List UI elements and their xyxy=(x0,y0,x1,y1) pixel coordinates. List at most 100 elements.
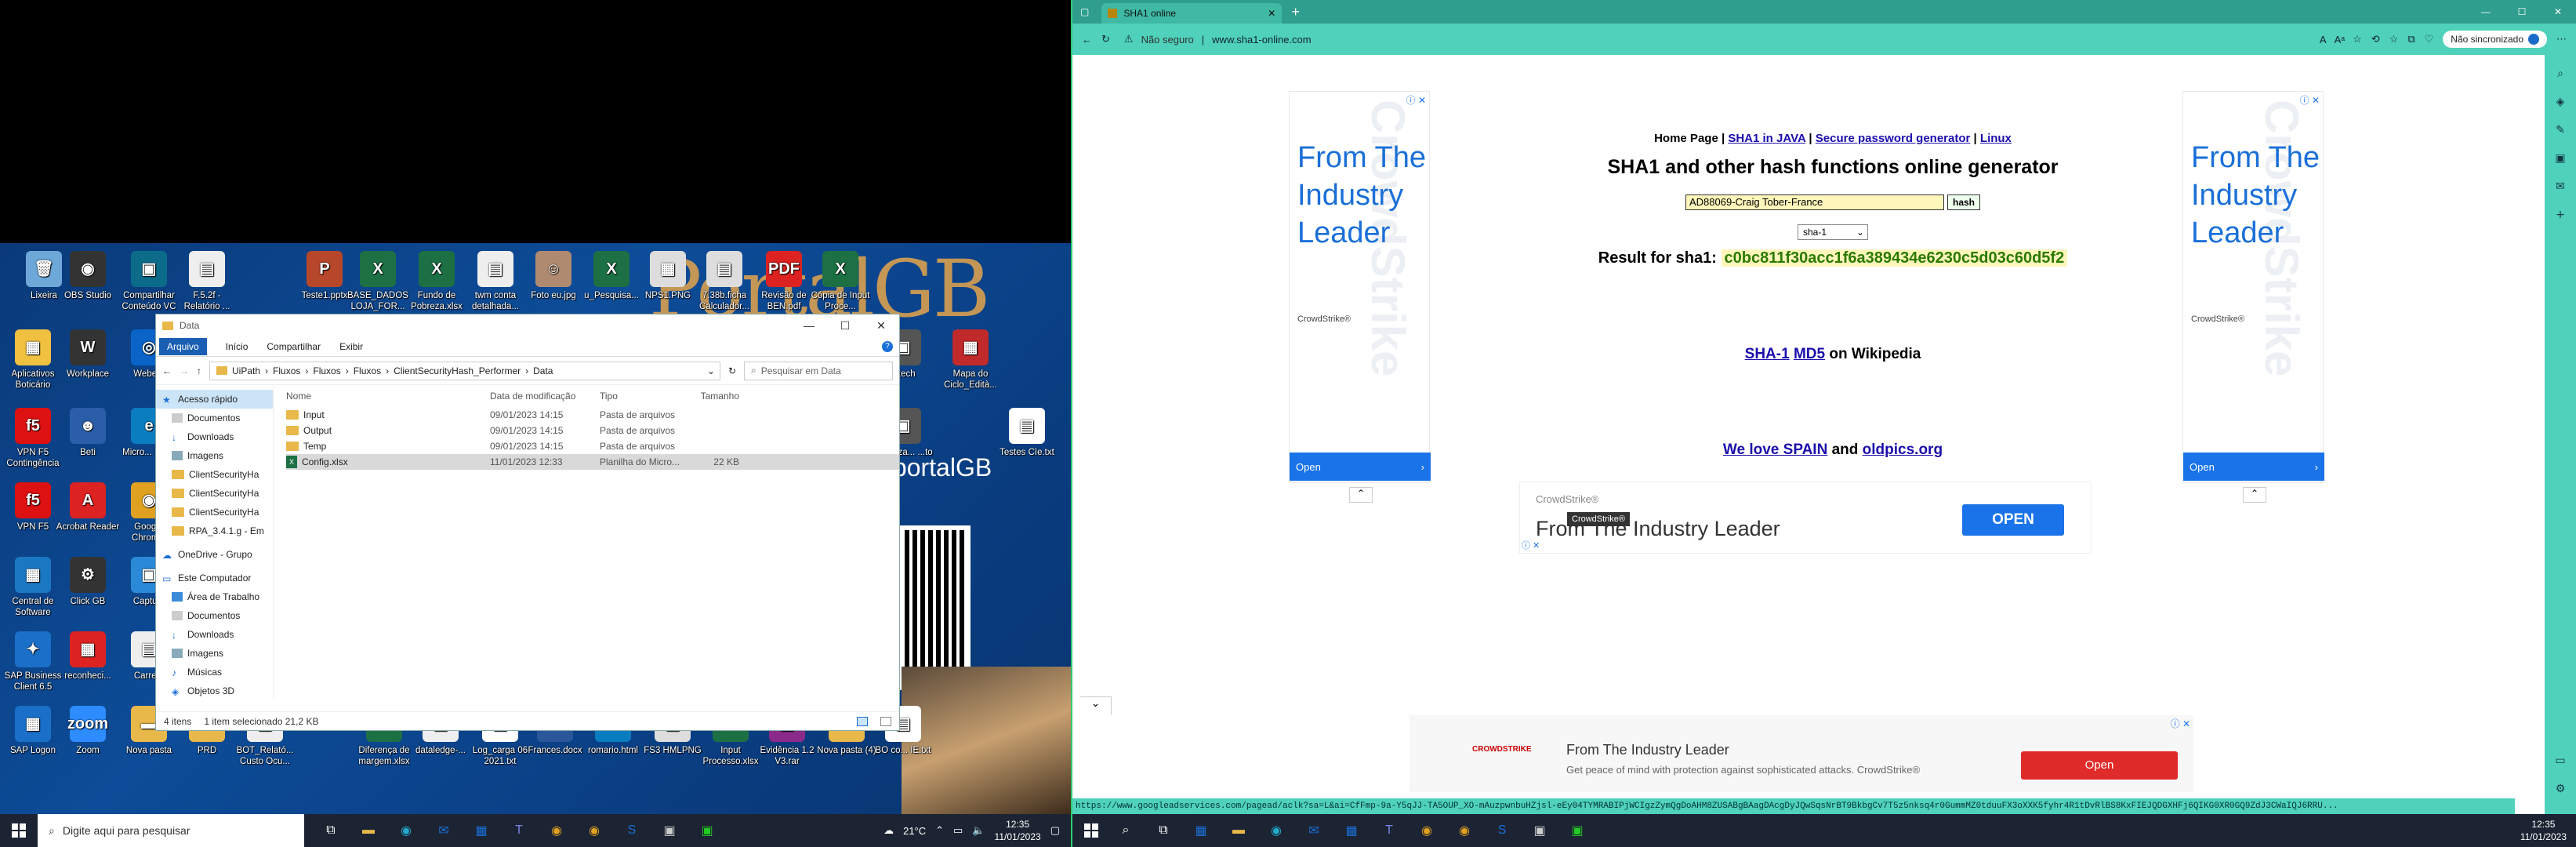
translate-icon[interactable]: Aᵃ xyxy=(2335,34,2346,45)
home-page-label[interactable]: Home Page | xyxy=(1654,132,1725,145)
desktop-icon-item[interactable]: X BASE_DADOS LOJA_FOR... xyxy=(345,251,411,312)
nav-item-imagens[interactable]: Imagens xyxy=(156,446,273,465)
chrome-profile-taskbar-icon[interactable]: ◉ xyxy=(579,817,610,844)
store-taskbar-icon[interactable]: ▦ xyxy=(1336,817,1367,844)
nav-item-clientsecurity-1[interactable]: ClientSecurityHa xyxy=(156,465,273,484)
add-icon[interactable]: + xyxy=(2556,209,2565,221)
clock[interactable]: 12:35 11/01/2023 xyxy=(995,818,1041,843)
layout-icon[interactable]: ▭ xyxy=(2555,754,2565,767)
office-icon[interactable]: ▣ xyxy=(2555,152,2565,165)
side-ad-open-button[interactable]: Open › xyxy=(1290,453,1431,481)
chrome-profile-taskbar-icon[interactable]: ◉ xyxy=(1449,817,1480,844)
breadcrumb-3[interactable]: Fluxos xyxy=(354,365,381,376)
file-explorer-taskbar-icon[interactable]: ▬ xyxy=(1223,817,1254,844)
nav-item-desktop[interactable]: Área de Trabalho xyxy=(156,587,273,606)
link-sha1-java[interactable]: SHA1 in JAVA xyxy=(1728,132,1805,145)
address-bar[interactable]: ⚠ Não seguro | www.sha1-online.com A Aᵃ … xyxy=(1119,28,2362,50)
desktop-icon-item[interactable]: ☺ Foto eu.jpg xyxy=(521,251,586,301)
teams-taskbar-icon[interactable]: T xyxy=(1373,817,1405,844)
side-ad-open-button[interactable]: Open › xyxy=(2183,453,2324,481)
column-type[interactable]: Tipo xyxy=(600,391,692,402)
desktop-icon-item[interactable]: W Workplace xyxy=(55,329,121,380)
outlook-taskbar-icon[interactable]: ✉ xyxy=(1298,817,1330,844)
file-explorer-taskbar-icon[interactable]: ▬ xyxy=(353,817,384,844)
read-aloud-icon[interactable]: A xyxy=(2320,34,2327,45)
banner-ad-open-button[interactable]: OPEN xyxy=(1962,504,2064,536)
bottom-anchor-ad[interactable]: CROWDSTRIKE From The Industry Leader Get… xyxy=(1410,715,2193,792)
desktop-icon-item[interactable]: X Fundo de Pobreza.xlsx xyxy=(404,251,470,312)
edge-taskbar-icon[interactable]: ◉ xyxy=(1261,817,1292,844)
file-list[interactable]: Nome Data de modificação Tipo Tamanho In… xyxy=(274,385,899,699)
breadcrumb-1[interactable]: Fluxos xyxy=(273,365,300,376)
breadcrumb-2[interactable]: Fluxos xyxy=(313,365,340,376)
bottom-ad-title[interactable]: From The Industry Leader xyxy=(1566,742,1729,758)
more-menu-icon[interactable]: ⋯ xyxy=(2556,33,2567,45)
ribbon-tab-inicio[interactable]: Início xyxy=(226,341,249,352)
nav-onedrive[interactable]: ☁ OneDrive - Grupo xyxy=(156,545,273,564)
teams-taskbar-icon[interactable]: T xyxy=(503,817,535,844)
url-text[interactable]: www.sha1-online.com xyxy=(1212,34,1311,45)
desktop[interactable]: PortalGB /portalGB 🗑 Lixeira ◉ OBS Studio ▣ C… xyxy=(0,243,1071,814)
nav-item-downloads[interactable]: ↓ Downloads xyxy=(156,427,273,446)
link-oldpics[interactable]: oldpics.org xyxy=(1863,442,1943,458)
maximize-icon[interactable]: ☐ xyxy=(827,319,863,333)
collapse-ad-button[interactable]: ⌄ xyxy=(1080,696,1112,715)
breadcrumb-5[interactable]: Data xyxy=(533,365,553,376)
tiles-view-icon[interactable] xyxy=(880,716,891,726)
desktop-icon-item[interactable]: ▤ F.5.2f - Relatório ... xyxy=(174,251,240,312)
file-row[interactable]: Output 09/01/2023 14:15 Pasta de arquivos xyxy=(286,423,899,438)
outlook-icon[interactable]: ✉ xyxy=(2556,180,2565,193)
new-tab-icon[interactable]: + xyxy=(1291,4,1300,20)
column-size[interactable]: Tamanho xyxy=(692,391,739,402)
store-taskbar-icon[interactable]: ▦ xyxy=(466,817,497,844)
file-row[interactable]: X Config.xlsx 11/01/2023 12:33 Planilha do … xyxy=(286,454,899,470)
chevron-down-icon[interactable]: ⌄ xyxy=(707,365,715,376)
nav-this-pc[interactable]: ▭ Este Computador xyxy=(156,569,273,587)
green-app-taskbar-icon[interactable]: ▣ xyxy=(1562,817,1593,844)
side-ad-right[interactable]: ⓘ ✕ CrowdStrike From The Industry Leader… xyxy=(2182,91,2324,503)
close-icon[interactable]: ✕ xyxy=(863,319,899,333)
file-row[interactable]: Temp 09/01/2023 14:15 Pasta de arquivos xyxy=(286,438,899,454)
app-taskbar-icon[interactable]: ▣ xyxy=(654,817,685,844)
collections-icon[interactable]: ⧉ xyxy=(2407,33,2415,45)
desktop-icon-item[interactable]: ⚙ Click GB xyxy=(55,557,121,607)
side-ad-brand[interactable]: CrowdStrike® xyxy=(2191,314,2244,324)
nav-item-clientsecurity-2[interactable]: ClientSecurityHa xyxy=(156,484,273,503)
link-we-love-spain[interactable]: We love SPAIN xyxy=(1723,442,1827,458)
widgets-icon[interactable]: ▦ xyxy=(1185,817,1217,844)
tab-actions-icon[interactable]: ▢ xyxy=(1080,6,1089,17)
chrome-taskbar-icon[interactable]: ◉ xyxy=(1411,817,1442,844)
ribbon-tab-arquivo[interactable]: Arquivo xyxy=(159,337,207,355)
breadcrumb-4[interactable]: ClientSecurityHash_Performer xyxy=(394,365,521,376)
result-hash[interactable]: c0bc811f30acc1f6a389434e6230c5d03c60d5f2 xyxy=(1721,249,2068,267)
desktop-icon-item[interactable]: ▤ twm conta detalhada... xyxy=(463,251,528,312)
volume-icon[interactable]: 🔈 xyxy=(972,824,985,837)
refresh-icon[interactable]: ↻ xyxy=(1101,33,1110,45)
side-ad-headline[interactable]: From The Industry Leader xyxy=(2191,139,2323,252)
help-icon[interactable]: ? xyxy=(882,340,893,352)
chevron-up-icon[interactable]: ⌃ xyxy=(935,824,944,837)
desktop-icon-item[interactable]: ▦ reconheci... xyxy=(55,631,121,682)
desktop-icon-item[interactable]: A Acrobat Reader xyxy=(55,482,121,533)
search-icon[interactable]: ⌕ xyxy=(1110,817,1141,844)
sync-profile-button[interactable]: Não sincronizado xyxy=(2443,31,2547,48)
desktop-icon-item[interactable]: ☻ Beti xyxy=(55,408,121,458)
shopping-icon[interactable]: ◈ xyxy=(2556,96,2565,108)
desktop-icon-item[interactable]: ▦ Mapa do Ciclo_Edità... xyxy=(938,329,1003,391)
weather-temp[interactable]: 21°C xyxy=(903,825,926,837)
file-explorer-window[interactable]: Data — ☐ ✕ Arquivo Início Compartilhar E… xyxy=(155,314,900,731)
navigation-pane[interactable]: ★ Acesso rápido Documentos ↓ Downloads Ima… xyxy=(156,385,274,699)
ribbon-tab-exibir[interactable]: Exibir xyxy=(339,341,363,352)
column-date[interactable]: Data de modificação xyxy=(490,391,600,402)
favorite-icon[interactable]: ☆ xyxy=(2353,33,2362,45)
banner-ad[interactable]: CrowdStrike® From The Industry Leader Cr… xyxy=(1519,482,2092,554)
algorithm-select[interactable]: sha-1 ⌄ xyxy=(1798,224,1868,240)
ad-info-close-icon[interactable]: ⓘ ✕ xyxy=(1522,539,1540,551)
task-view-icon[interactable]: ⧉ xyxy=(315,817,346,844)
nav-item-rpa[interactable]: RPA_3.4.1.g - Em xyxy=(156,522,273,540)
notification-icon[interactable]: ▢ xyxy=(1050,824,1060,837)
extensions-icon[interactable]: ⟲ xyxy=(2371,33,2380,45)
desktop-icon-item[interactable]: X Cópia de Input Proce... xyxy=(807,251,873,312)
hash-input[interactable]: AD88069-Craig Tober-France xyxy=(1685,194,1944,210)
side-ad-left[interactable]: ⓘ ✕ CrowdStrike From The Industry Leader… xyxy=(1289,91,1431,503)
